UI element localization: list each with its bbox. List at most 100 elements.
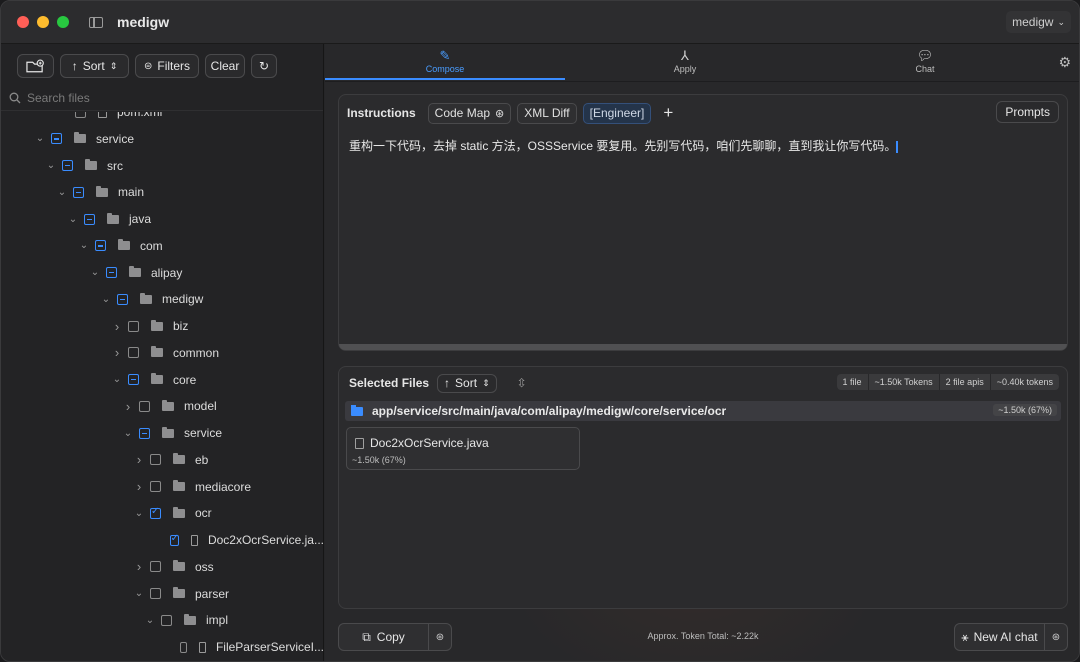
tree-checkbox[interactable] — [117, 293, 128, 305]
chevron-down-icon[interactable]: ⌄ — [46, 160, 56, 171]
tree-checkbox[interactable] — [51, 133, 62, 145]
tree-checkbox[interactable] — [84, 213, 95, 225]
chevron-right-icon[interactable]: › — [134, 559, 144, 574]
tree-checkbox[interactable] — [139, 400, 150, 412]
chevron-down-icon[interactable]: ⌄ — [134, 588, 144, 599]
folder-icon — [173, 506, 185, 518]
tree-folder-row[interactable]: › common — [1, 340, 324, 366]
tree-folder-row[interactable]: ⌄ ocr — [1, 500, 324, 526]
tab-chat[interactable]: 💬︎ Chat — [805, 48, 1045, 74]
tree-folder-row[interactable]: ⌄ parser — [1, 581, 324, 607]
clear-button[interactable]: Clear — [205, 54, 245, 78]
tree-file-row[interactable]: FileParserServiceI... — [1, 634, 324, 660]
tree-checkbox[interactable] — [73, 186, 84, 198]
tree-checkbox[interactable] — [150, 506, 161, 519]
filters-button[interactable]: ⊜ Filters — [135, 54, 199, 78]
tree-checkbox[interactable] — [128, 374, 139, 385]
search-bar[interactable]: Search files — [1, 85, 323, 111]
tree-checkbox[interactable] — [169, 533, 179, 546]
tab-apply[interactable]: ⅄ Apply — [565, 48, 805, 74]
tree-folder-row[interactable]: › model — [1, 393, 324, 419]
resize-handle[interactable] — [339, 344, 1067, 350]
workspace-selector[interactable]: medigw ⌄ — [1006, 11, 1071, 33]
chevron-down-icon[interactable]: ⌄ — [145, 615, 155, 626]
copy-options-icon[interactable]: ⊛ — [429, 632, 451, 643]
chevron-right-icon[interactable]: › — [112, 345, 122, 360]
chevron-right-icon[interactable]: › — [134, 452, 144, 467]
search-input[interactable]: Search files — [27, 91, 90, 105]
tree-checkbox[interactable] — [75, 112, 86, 118]
sort-button[interactable]: ↑ Sort ⇕ — [60, 54, 129, 78]
tree-file-row[interactable]: Doc2xOcrService.ja... — [1, 527, 324, 553]
xml-diff-chip[interactable]: XML Diff — [517, 102, 577, 124]
chevron-right-icon[interactable]: › — [134, 479, 144, 494]
minimize-window-button[interactable] — [37, 16, 49, 28]
chevron-down-icon[interactable]: ⌄ — [35, 133, 45, 144]
chevron-down-icon[interactable]: ⌄ — [68, 214, 78, 225]
chevron-down-icon[interactable]: ⌄ — [90, 267, 100, 278]
tree-checkbox[interactable] — [128, 320, 139, 332]
tree-item-label: service — [184, 426, 223, 440]
refresh-button[interactable]: ↻ — [251, 54, 277, 78]
tree-checkbox[interactable] — [139, 427, 150, 439]
tree-file-row[interactable]: pom.xml — [1, 112, 324, 125]
open-folder-button[interactable] — [17, 54, 54, 78]
tree-folder-row[interactable]: ⌄ src — [1, 153, 324, 179]
selected-sort-button[interactable]: ↑ Sort ⇕ — [437, 373, 497, 393]
chevron-down-icon[interactable]: ⌄ — [112, 374, 122, 385]
tree-folder-row[interactable]: ⌄ core — [1, 367, 324, 393]
tree-folder-row[interactable]: ⌄ service — [1, 126, 324, 152]
tree-checkbox[interactable] — [161, 614, 172, 626]
copy-button[interactable]: ⧉ Copy — [339, 624, 429, 650]
tree-checkbox[interactable] — [150, 588, 161, 599]
tree-folder-row[interactable]: › biz — [1, 313, 324, 339]
chevron-down-icon[interactable]: ⌄ — [79, 240, 89, 251]
tree-folder-row[interactable]: › mediacore — [1, 474, 324, 500]
tree-checkbox[interactable] — [95, 240, 106, 252]
tree-folder-row[interactable]: ⌄ medigw — [1, 286, 324, 312]
tree-folder-row[interactable]: ⌄ java — [1, 206, 324, 232]
tab-compose[interactable]: ✎ Compose — [325, 48, 565, 74]
chevron-right-icon[interactable]: › — [112, 319, 122, 334]
add-prompt-icon[interactable]: + — [663, 103, 673, 123]
chevron-down-icon[interactable]: ⌄ — [101, 294, 111, 305]
collapse-icon[interactable]: ⇳ — [517, 376, 527, 390]
chevron-down-icon[interactable]: ⌄ — [134, 508, 144, 519]
sidebar-toggle-icon[interactable] — [89, 16, 103, 28]
new-chat-options-icon[interactable]: ⊛ — [1045, 632, 1067, 643]
tree-checkbox[interactable] — [150, 454, 161, 466]
code-map-chip[interactable]: Code Map ⊛ — [427, 102, 512, 124]
tree-folder-row[interactable]: › oss — [1, 554, 324, 580]
tree-folder-row[interactable]: ⌄ alipay — [1, 260, 324, 286]
tree-checkbox[interactable] — [150, 481, 161, 492]
tree-checkbox[interactable] — [179, 641, 188, 653]
code-map-label: Code Map — [434, 106, 491, 120]
tree-folder-row[interactable]: › eb — [1, 447, 324, 473]
tree-checkbox[interactable] — [106, 267, 117, 278]
chevron-down-icon[interactable]: ⌄ — [57, 187, 67, 198]
instructions-textarea[interactable]: 重构一下代码，去掉 static 方法，OSSService 要复用。先别写代码… — [339, 131, 1067, 160]
tree-folder-row[interactable]: ⌄ main — [1, 179, 324, 205]
tree-folder-row[interactable]: ⌄ com — [1, 233, 324, 259]
tree-checkbox[interactable] — [128, 347, 139, 359]
tree-checkbox[interactable] — [62, 160, 73, 171]
tree-item-label: service — [96, 131, 135, 146]
prompts-button[interactable]: Prompts — [996, 101, 1059, 123]
gear-icon[interactable]: ⚙ — [1058, 54, 1071, 71]
chevron-down-icon[interactable]: ⌄ — [123, 428, 133, 439]
folder-path-row[interactable]: app/service/src/main/java/com/alipay/med… — [345, 401, 1061, 421]
engineer-chip[interactable]: [Engineer] — [582, 102, 652, 124]
tree-item-label: impl — [206, 613, 229, 628]
selected-file-card[interactable]: Doc2xOcrService.java ~1.50k (67%) — [346, 427, 580, 470]
tree-folder-row[interactable]: ⌄ impl — [1, 607, 324, 633]
chevron-right-icon[interactable]: › — [123, 399, 133, 414]
arrow-up-icon: ↑ — [444, 376, 451, 390]
tab-compose-label: Compose — [425, 64, 465, 74]
close-window-button[interactable] — [17, 16, 29, 28]
tree-item-label: ocr — [195, 506, 212, 521]
new-ai-chat-button[interactable]: ⚹ New AI chat — [955, 624, 1045, 650]
tree-checkbox[interactable] — [150, 561, 161, 573]
tree-folder-row[interactable]: ⌄ service — [1, 420, 324, 446]
folder-icon — [129, 266, 141, 277]
zoom-window-button[interactable] — [57, 16, 69, 28]
